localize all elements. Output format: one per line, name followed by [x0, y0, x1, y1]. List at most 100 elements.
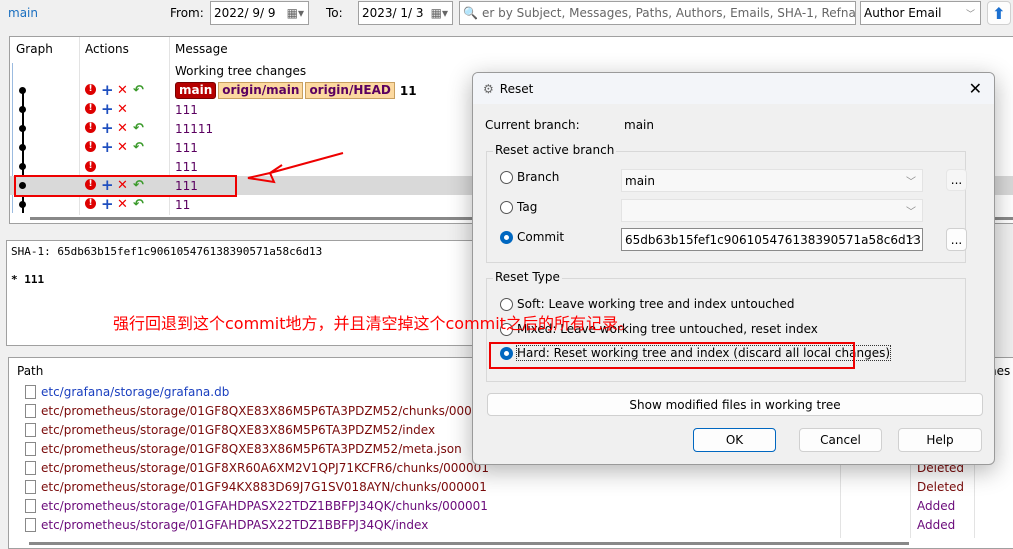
- delete-icon: ✕: [117, 140, 128, 155]
- col-path[interactable]: Path: [17, 364, 43, 378]
- radio-label: Tag: [517, 200, 538, 214]
- add-icon: +: [101, 100, 114, 118]
- ref-label[interactable]: origin/main: [218, 82, 304, 99]
- close-icon[interactable]: ✕: [969, 79, 982, 98]
- commit-message: 11111: [175, 122, 213, 136]
- radio-label: Commit: [517, 230, 565, 244]
- current-branch-value: main: [624, 118, 654, 132]
- branch-combo[interactable]: main ﹀: [621, 169, 923, 192]
- file-icon: [25, 384, 36, 399]
- reset-dialog: ⚙ Reset ✕ Current branch: main Reset activ…: [472, 72, 995, 465]
- message-text: 11111: [175, 121, 214, 136]
- col-actions[interactable]: Actions: [85, 42, 129, 56]
- file-icon: [25, 403, 36, 418]
- file-icon: [25, 441, 36, 456]
- message-text: 111: [175, 102, 198, 117]
- help-button[interactable]: Help: [898, 428, 982, 452]
- ok-button[interactable]: OK: [693, 428, 776, 452]
- commit-node: [19, 144, 26, 151]
- commit-node: [19, 87, 26, 94]
- chevron-down-icon: ﹀: [906, 177, 916, 188]
- file-row[interactable]: etc/prometheus/storage/01GF8QXE83X86M5P6…: [25, 439, 462, 458]
- message-text: 11: [175, 197, 191, 212]
- branch-value: main: [625, 173, 655, 188]
- action-icons: ! + ✕ ↶: [85, 81, 149, 99]
- reset-active-branch-group: Reset active branch Branch Tag Commit ma…: [486, 143, 967, 263]
- search-input[interactable]: 🔍 er by Subject, Messages, Paths, Authors…: [459, 1, 856, 25]
- col-graph[interactable]: Graph: [16, 42, 53, 56]
- add-icon: +: [101, 138, 114, 156]
- filter-field-value: Author Email: [864, 6, 942, 20]
- file-row[interactable]: etc/prometheus/storage/01GF94KX883D69J7G…: [25, 477, 964, 496]
- browse-branch-button[interactable]: ...: [946, 169, 967, 191]
- revert-icon: ↶: [133, 83, 144, 98]
- radio-commit[interactable]: Commit: [500, 230, 564, 244]
- radio-branch[interactable]: Branch: [500, 170, 559, 184]
- go-up-button[interactable]: ⬆: [987, 1, 1011, 25]
- file-row[interactable]: etc/prometheus/storage/01GFAHDPASX22TDZ1…: [25, 496, 955, 515]
- working-tree-changes[interactable]: Working tree changes: [175, 64, 306, 78]
- action-icons: ! + ✕ ↶: [85, 138, 149, 156]
- cancel-button[interactable]: Cancel: [799, 428, 882, 452]
- commit-message: 111: [175, 103, 198, 117]
- col-message[interactable]: Message: [175, 42, 228, 56]
- filter-field-select[interactable]: Author Email ﹀: [860, 1, 981, 25]
- arrow-up-icon: ⬆: [992, 3, 1006, 23]
- annotation-highlight-hard: [489, 342, 855, 369]
- revert-icon: ↶: [133, 197, 144, 212]
- file-row[interactable]: etc/prometheus/storage/01GF8XR60A6XM2V1Q…: [25, 458, 964, 477]
- commit-message: main origin/main origin/HEAD 11: [175, 82, 417, 99]
- error-icon: !: [85, 103, 96, 114]
- from-date-picker[interactable]: 2022/ 9/ 9 ▦▾: [210, 1, 309, 25]
- group-title: Reset Type: [493, 270, 562, 284]
- current-branch-label: Current branch:: [485, 118, 580, 132]
- browse-commit-button[interactable]: ...: [946, 228, 967, 251]
- to-date-picker[interactable]: 2023/ 1/ 3 ▦▾: [358, 1, 453, 25]
- radio-label: Soft: Leave working tree and index untou…: [517, 297, 795, 311]
- file-status: Deleted: [917, 479, 965, 494]
- commit-message: 111: [175, 141, 198, 155]
- file-path: etc/prometheus/storage/01GFAHDPASX22TDZ1…: [41, 498, 488, 513]
- from-date: 2022/ 9/ 9: [214, 6, 276, 20]
- delete-icon: ✕: [117, 121, 128, 136]
- file-row[interactable]: etc/grafana/storage/grafana.db: [25, 382, 229, 401]
- error-icon: !: [85, 198, 96, 209]
- horizontal-scrollbar[interactable]: [29, 542, 909, 545]
- search-placeholder: er by Subject, Messages, Paths, Authors,…: [481, 6, 856, 20]
- message-text: 11: [399, 83, 417, 98]
- delete-icon: ✕: [117, 83, 128, 98]
- annotation-highlight-commit: [14, 175, 237, 197]
- file-path: etc/prometheus/storage/01GF94KX883D69J7G…: [41, 479, 487, 494]
- file-path: etc/grafana/storage/grafana.db: [41, 384, 230, 399]
- tortoise-icon: ⚙: [483, 81, 494, 96]
- current-branch-link[interactable]: main: [8, 6, 38, 20]
- tag-combo[interactable]: ﹀: [621, 199, 923, 222]
- chevron-down-icon: ﹀: [965, 9, 975, 20]
- message-text: 111: [175, 140, 198, 155]
- file-row[interactable]: etc/prometheus/storage/01GF8QXE83X86M5P6…: [25, 420, 435, 439]
- ref-label[interactable]: origin/HEAD: [305, 82, 395, 99]
- add-icon: +: [101, 81, 114, 99]
- show-modified-files-button[interactable]: Show modified files in working tree: [487, 393, 983, 416]
- commit-node: [19, 125, 26, 132]
- file-row[interactable]: etc/prometheus/storage/01GFAHDPASX22TDZ1…: [25, 515, 955, 534]
- action-icons: ! + ✕ ↶: [85, 121, 149, 136]
- from-label: From:: [170, 6, 204, 20]
- radio-soft[interactable]: Soft: Leave working tree and index untou…: [500, 297, 795, 311]
- error-icon: !: [85, 122, 96, 133]
- commit-message: * 111: [11, 273, 45, 286]
- calendar-icon: ▦▾: [430, 6, 448, 20]
- error-icon: !: [85, 141, 96, 152]
- action-icons: ! + ✕ ↶: [85, 197, 149, 212]
- commit-combo[interactable]: 65db63b15fef1c906105476138390571a58c6d13…: [621, 228, 923, 251]
- file-path: etc/prometheus/storage/01GF8XR60A6XM2V1Q…: [41, 460, 489, 475]
- file-status: Added: [917, 517, 956, 532]
- radio-tag[interactable]: Tag: [500, 200, 537, 214]
- file-icon: [25, 422, 36, 437]
- error-icon: !: [85, 84, 96, 95]
- commit-message: 111: [175, 160, 198, 174]
- file-row[interactable]: etc/prometheus/storage/01GF8QXE83X86M5P6…: [25, 401, 495, 420]
- ref-label[interactable]: main: [175, 82, 217, 99]
- file-icon: [25, 460, 36, 475]
- revert-icon: ↶: [133, 121, 144, 136]
